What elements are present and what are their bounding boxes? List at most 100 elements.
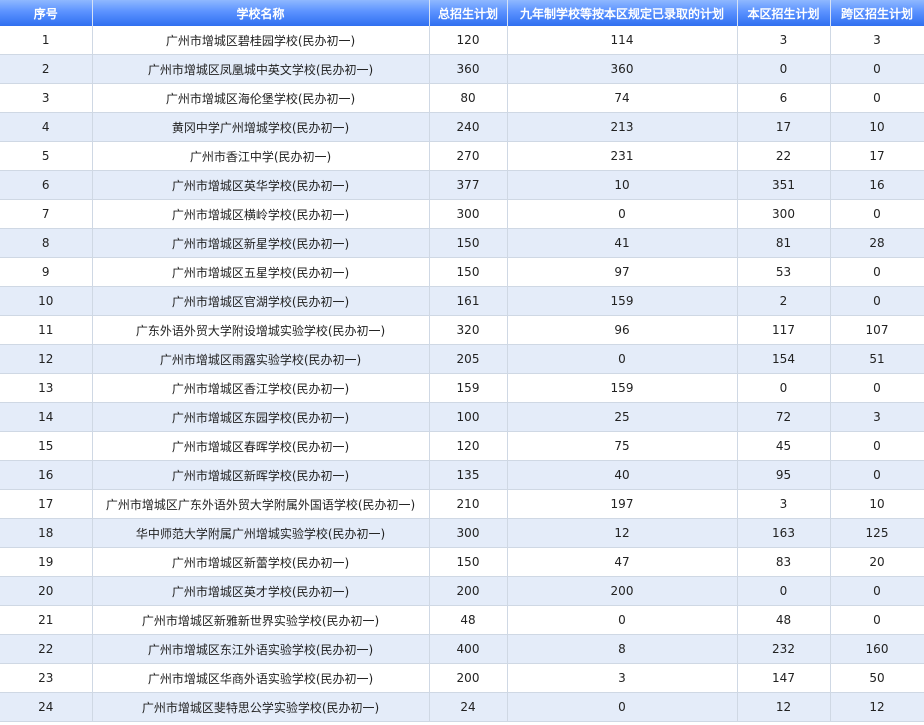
cell-school-name: 广州市增城区官湖学校(民办初一) [92, 286, 430, 316]
cell-school-name: 广州市增城区广东外语外贸大学附属外国语学校(民办初一) [92, 489, 430, 519]
cell-total-plan: 200 [429, 663, 508, 693]
cell-school-name: 广州市增城区海伦堡学校(民办初一) [92, 83, 430, 113]
table-row: 20 广州市增城区英才学校(民办初一) 200 200 0 0 [0, 576, 924, 606]
cell-index: 12 [0, 344, 93, 374]
cell-local-plan: 81 [737, 228, 831, 258]
cell-index: 20 [0, 576, 93, 606]
table-row: 8 广州市增城区新星学校(民办初一) 150 41 81 28 [0, 228, 924, 258]
cell-local-plan: 95 [737, 460, 831, 490]
cell-school-name: 广州市增城区新星学校(民办初一) [92, 228, 430, 258]
cell-school-name: 广州市增城区春晖学校(民办初一) [92, 431, 430, 461]
cell-cross-district-plan: 0 [830, 431, 924, 461]
cell-admitted-plan: 0 [507, 605, 738, 635]
cell-local-plan: 83 [737, 547, 831, 577]
cell-admitted-plan: 41 [507, 228, 738, 258]
cell-local-plan: 147 [737, 663, 831, 693]
cell-index: 6 [0, 170, 93, 200]
table-row: 11 广东外语外贸大学附设增城实验学校(民办初一) 320 96 117 107 [0, 315, 924, 345]
cell-cross-district-plan: 125 [830, 518, 924, 548]
cell-cross-district-plan: 12 [830, 692, 924, 722]
cell-admitted-plan: 0 [507, 344, 738, 374]
cell-admitted-plan: 40 [507, 460, 738, 490]
cell-cross-district-plan: 10 [830, 489, 924, 519]
header-school-name: 学校名称 [92, 0, 430, 26]
cell-index: 13 [0, 373, 93, 403]
table-row: 4 黄冈中学广州增城学校(民办初一) 240 213 17 10 [0, 112, 924, 142]
cell-local-plan: 232 [737, 634, 831, 664]
cell-index: 3 [0, 83, 93, 113]
table-row: 13 广州市增城区香江学校(民办初一) 159 159 0 0 [0, 373, 924, 403]
cell-index: 23 [0, 663, 93, 693]
cell-school-name: 广东外语外贸大学附设增城实验学校(民办初一) [92, 315, 430, 345]
cell-local-plan: 22 [737, 141, 831, 171]
cell-admitted-plan: 25 [507, 402, 738, 432]
cell-total-plan: 24 [429, 692, 508, 722]
cell-local-plan: 45 [737, 431, 831, 461]
cell-admitted-plan: 114 [507, 26, 738, 55]
cell-cross-district-plan: 28 [830, 228, 924, 258]
cell-total-plan: 360 [429, 54, 508, 84]
cell-admitted-plan: 0 [507, 199, 738, 229]
header-cross-district-plan: 跨区招生计划 [830, 0, 924, 26]
cell-index: 4 [0, 112, 93, 142]
cell-school-name: 广州市增城区斐特思公学实验学校(民办初一) [92, 692, 430, 722]
cell-school-name: 广州市增城区华商外语实验学校(民办初一) [92, 663, 430, 693]
cell-local-plan: 351 [737, 170, 831, 200]
header-total-plan: 总招生计划 [429, 0, 508, 26]
cell-total-plan: 377 [429, 170, 508, 200]
cell-total-plan: 200 [429, 576, 508, 606]
cell-admitted-plan: 197 [507, 489, 738, 519]
cell-cross-district-plan: 50 [830, 663, 924, 693]
table-row: 6 广州市增城区英华学校(民办初一) 377 10 351 16 [0, 170, 924, 200]
cell-cross-district-plan: 0 [830, 199, 924, 229]
cell-local-plan: 2 [737, 286, 831, 316]
cell-index: 8 [0, 228, 93, 258]
header-admitted-plan: 九年制学校等按本区规定已录取的计划 [507, 0, 738, 26]
cell-local-plan: 154 [737, 344, 831, 374]
cell-total-plan: 159 [429, 373, 508, 403]
cell-total-plan: 205 [429, 344, 508, 374]
cell-total-plan: 48 [429, 605, 508, 635]
cell-local-plan: 6 [737, 83, 831, 113]
header-index: 序号 [0, 0, 93, 26]
cell-local-plan: 17 [737, 112, 831, 142]
cell-index: 9 [0, 257, 93, 287]
cell-admitted-plan: 3 [507, 663, 738, 693]
cell-total-plan: 150 [429, 547, 508, 577]
table-row: 23 广州市增城区华商外语实验学校(民办初一) 200 3 147 50 [0, 663, 924, 693]
cell-total-plan: 270 [429, 141, 508, 171]
cell-total-plan: 240 [429, 112, 508, 142]
table-row: 3 广州市增城区海伦堡学校(民办初一) 80 74 6 0 [0, 83, 924, 113]
cell-cross-district-plan: 16 [830, 170, 924, 200]
cell-local-plan: 163 [737, 518, 831, 548]
cell-total-plan: 150 [429, 257, 508, 287]
cell-total-plan: 135 [429, 460, 508, 490]
table-row: 7 广州市增城区横岭学校(民办初一) 300 0 300 0 [0, 199, 924, 229]
cell-cross-district-plan: 10 [830, 112, 924, 142]
cell-index: 1 [0, 26, 93, 55]
cell-school-name: 广州市香江中学(民办初一) [92, 141, 430, 171]
table-row: 9 广州市增城区五星学校(民办初一) 150 97 53 0 [0, 257, 924, 287]
cell-local-plan: 3 [737, 26, 831, 55]
cell-index: 17 [0, 489, 93, 519]
table-row: 10 广州市增城区官湖学校(民办初一) 161 159 2 0 [0, 286, 924, 316]
cell-school-name: 广州市增城区新蕾学校(民办初一) [92, 547, 430, 577]
table-row: 14 广州市增城区东园学校(民办初一) 100 25 72 3 [0, 402, 924, 432]
cell-index: 22 [0, 634, 93, 664]
cell-index: 10 [0, 286, 93, 316]
cell-cross-district-plan: 0 [830, 576, 924, 606]
cell-index: 11 [0, 315, 93, 345]
enrollment-plan-table: 序号 学校名称 总招生计划 九年制学校等按本区规定已录取的计划 本区招生计划 跨… [0, 0, 924, 722]
cell-cross-district-plan: 0 [830, 373, 924, 403]
cell-school-name: 广州市增城区香江学校(民办初一) [92, 373, 430, 403]
cell-school-name: 广州市增城区英才学校(民办初一) [92, 576, 430, 606]
table-row: 24 广州市增城区斐特思公学实验学校(民办初一) 24 0 12 12 [0, 692, 924, 722]
cell-total-plan: 300 [429, 199, 508, 229]
cell-school-name: 华中师范大学附属广州增城实验学校(民办初一) [92, 518, 430, 548]
table-row: 21 广州市增城区新雅新世界实验学校(民办初一) 48 0 48 0 [0, 605, 924, 635]
cell-total-plan: 120 [429, 26, 508, 55]
cell-cross-district-plan: 3 [830, 26, 924, 55]
table-row: 15 广州市增城区春晖学校(民办初一) 120 75 45 0 [0, 431, 924, 461]
cell-cross-district-plan: 0 [830, 257, 924, 287]
cell-school-name: 广州市增城区新晖学校(民办初一) [92, 460, 430, 490]
